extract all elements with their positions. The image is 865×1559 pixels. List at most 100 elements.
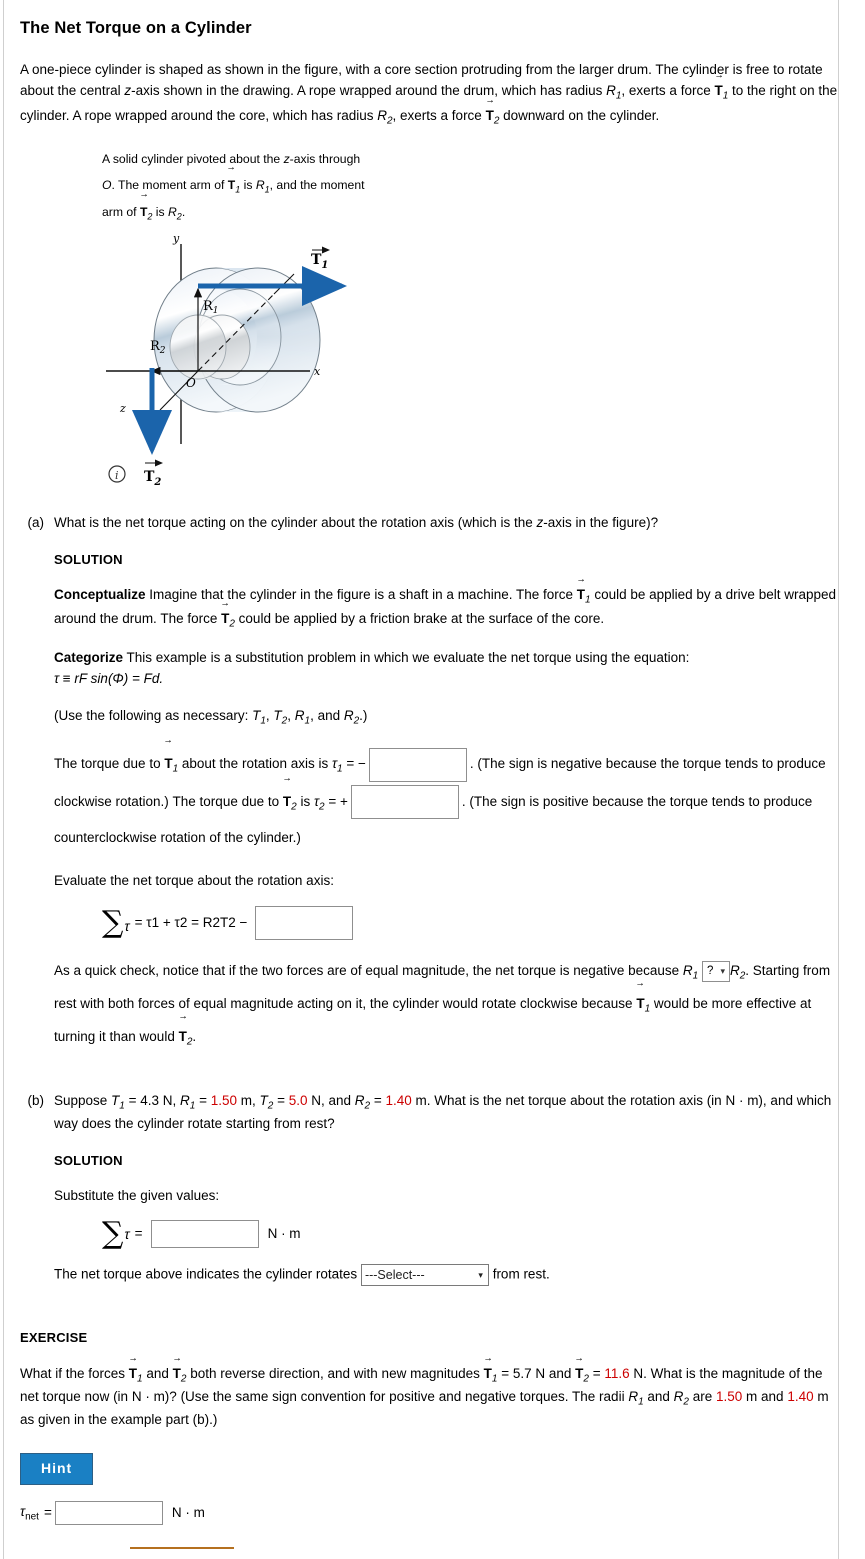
part-b-block: (b) Suppose T1 = 4.3 N, R1 = 1.50 m, T2 …	[20, 1091, 843, 1302]
page-title: The Net Torque on a Cylinder	[20, 19, 252, 37]
rotation-direction-row: The net torque above indicates the cylin…	[54, 1264, 843, 1287]
tau-symbol-b: τ	[124, 1225, 130, 1242]
part-b-r1-value: 1.50	[210, 1093, 238, 1109]
quickcheck-comparison-select[interactable]: ? ▾	[701, 961, 730, 983]
conceptualize-text-3: could be applied by a friction brake at …	[234, 610, 605, 626]
figure-caption-line-1: A solid cylinder pivoted about the z-axi…	[102, 151, 361, 166]
torque-text-1c: = −	[342, 756, 366, 772]
intro-text-5: , exerts a force	[392, 107, 486, 123]
force-t2-label: T2	[144, 469, 161, 488]
torque-1-answer-input[interactable]	[368, 747, 467, 782]
categorize-paragraph: Categorize This example is a substitutio…	[54, 648, 843, 690]
part-a-question: What is the net torque acting on the cyl…	[54, 514, 659, 530]
torque-text-1a: The torque due to	[54, 756, 165, 772]
part-b-eq-4: =	[370, 1093, 386, 1109]
part-b-eq-2: =	[195, 1093, 211, 1109]
rotation-direction-select[interactable]: ---Select--- ▾	[360, 1264, 489, 1287]
z-axis-label: z	[119, 402, 126, 415]
chevron-down-icon-select: ▾	[478, 1270, 483, 1281]
equals-sign-b: =	[134, 1225, 143, 1241]
part-b-t1-value: 4.3	[140, 1093, 160, 1109]
quickcheck-select-value: ?	[706, 965, 714, 978]
conceptualize-text-1: Imagine that the cylinder in the figure …	[145, 586, 577, 602]
cylinder-torque-diagram: y x z R1 R2 O T1 T2 i	[106, 232, 347, 488]
part-b-sum-row: ∑ τ = N · m	[102, 1216, 843, 1252]
quickcheck-text-4: .	[192, 1028, 197, 1044]
net-torque-equation-row: ∑ τ = τ1 + τ2 = R2T2 −	[102, 905, 843, 941]
rotation-select-value: ---Select---	[364, 1268, 425, 1283]
conceptualize-paragraph: Conceptualize Imagine that the cylinder …	[54, 584, 843, 632]
net-torque-expression: = τ1 + τ2 = R2T2 −	[134, 914, 248, 930]
torque-text-1f: = +	[324, 793, 348, 809]
part-b-t2-value: 5.0	[288, 1093, 308, 1109]
exercise-text-9: are	[688, 1388, 716, 1404]
x-axis-label: x	[314, 365, 321, 378]
exercise-t2-value: 11.6	[604, 1365, 630, 1381]
part-b-body: Suppose T1 = 4.3 N, R1 = 1.50 m, T2 = 5.…	[54, 1091, 843, 1302]
figure-caption-line-3: arm of T2 is R2.	[102, 199, 843, 226]
info-icon-glyph: i	[115, 469, 119, 482]
use-following-note: (Use the following as necessary: T1, T2,…	[54, 707, 368, 727]
exercise-text-1: What if the forces	[20, 1365, 129, 1381]
part-b-t2-unit: N, and	[307, 1093, 355, 1109]
figure-caption-text-2c: , and the moment	[269, 177, 365, 192]
intro-text-3: , exerts a force	[621, 83, 715, 99]
part-b-eq-3: =	[273, 1093, 289, 1109]
summation-symbol-b: ∑	[102, 1216, 124, 1252]
conceptualize-lead: Conceptualize	[54, 586, 146, 602]
tau-net-answer-row: τnet = N · m	[20, 1501, 843, 1526]
force-t1-symbol: T	[714, 80, 722, 102]
hint-button[interactable]: Hint	[20, 1452, 94, 1486]
part-b-net-torque-input[interactable]	[150, 1220, 259, 1249]
figure-caption-text-3a: arm of	[102, 204, 140, 219]
tau-net-label: τnet	[20, 1502, 39, 1525]
force-t1-label: T1	[311, 252, 328, 271]
categorize-text-1: This example is a substitution problem i…	[123, 650, 690, 666]
figure-caption-line-2: O. The moment arm of T1 is R1, and the m…	[102, 172, 843, 199]
submit-button-partial[interactable]	[130, 1547, 234, 1559]
net-torque-symbolic-input[interactable]	[255, 906, 354, 941]
categorize-equation: τ ≡ rF sin(Φ) = Fd.	[54, 670, 164, 686]
quickcheck-paragraph: As a quick check, notice that if the two…	[54, 956, 843, 1053]
figure-caption-text-3b: is	[152, 204, 168, 219]
part-a-label: (a)	[27, 514, 45, 530]
tau-net-input[interactable]	[54, 1501, 163, 1526]
tau-symbol: τ	[124, 917, 130, 934]
part-a-question-text-1: What is the net torque acting on the cyl…	[54, 514, 537, 530]
part-b-solution-heading: SOLUTION	[54, 1153, 123, 1169]
figure-block: A solid cylinder pivoted about the z-axi…	[102, 147, 843, 497]
part-a-block: (a) What is the net torque acting on the…	[20, 513, 843, 1070]
intro-paragraph: A one-piece cylinder is shaped as shown …	[20, 60, 838, 129]
summation-symbol: ∑	[102, 905, 124, 941]
force-t2-symbol: T	[486, 105, 494, 127]
part-b-r1-unit: m,	[237, 1093, 260, 1109]
intro-text-2: -axis shown in the drawing. A rope wrapp…	[131, 83, 607, 99]
figure-caption-text-2a: . The moment arm of	[111, 177, 228, 192]
exercise-r1-value: 1.50	[716, 1388, 743, 1404]
figure-caption-text-2b: is	[240, 177, 256, 192]
rotate-text-after: from rest.	[488, 1266, 550, 1282]
exercise-t1-value: 5.7	[512, 1365, 532, 1381]
part-b-label: (b)	[27, 1093, 45, 1109]
part-b-r2-value: 1.40	[385, 1093, 412, 1109]
tau-net-units: N · m	[171, 1505, 205, 1521]
exercise-text-4: =	[497, 1365, 513, 1381]
origin-label: O	[186, 376, 196, 390]
torque-2-answer-input[interactable]	[350, 785, 459, 820]
part-b-question: Suppose T1 = 4.3 N, R1 = 1.50 m, T2 = 5.…	[54, 1093, 832, 1132]
part-b-t1-unit: N,	[159, 1093, 181, 1109]
rotate-text-before: The net torque above indicates the cylin…	[54, 1266, 361, 1282]
categorize-lead: Categorize	[54, 650, 124, 666]
hint-button-wrapper: Hint	[20, 1449, 843, 1496]
evaluate-label: Evaluate the net torque about the rotati…	[54, 873, 334, 889]
tau-net-subscript: net	[25, 1511, 39, 1523]
part-b-units: N · m	[267, 1225, 301, 1241]
exercise-text-2: and	[142, 1365, 173, 1381]
tau-net-equals: =	[43, 1505, 52, 1521]
exercise-text-6: =	[588, 1365, 605, 1381]
part-b-eq-1: =	[124, 1093, 141, 1109]
chevron-down-icon: ▾	[720, 966, 725, 977]
exercise-text-5: N and	[531, 1365, 576, 1381]
exercise-text-8: and	[643, 1388, 674, 1404]
quickcheck-text-1: As a quick check, notice that if the two…	[54, 963, 683, 979]
